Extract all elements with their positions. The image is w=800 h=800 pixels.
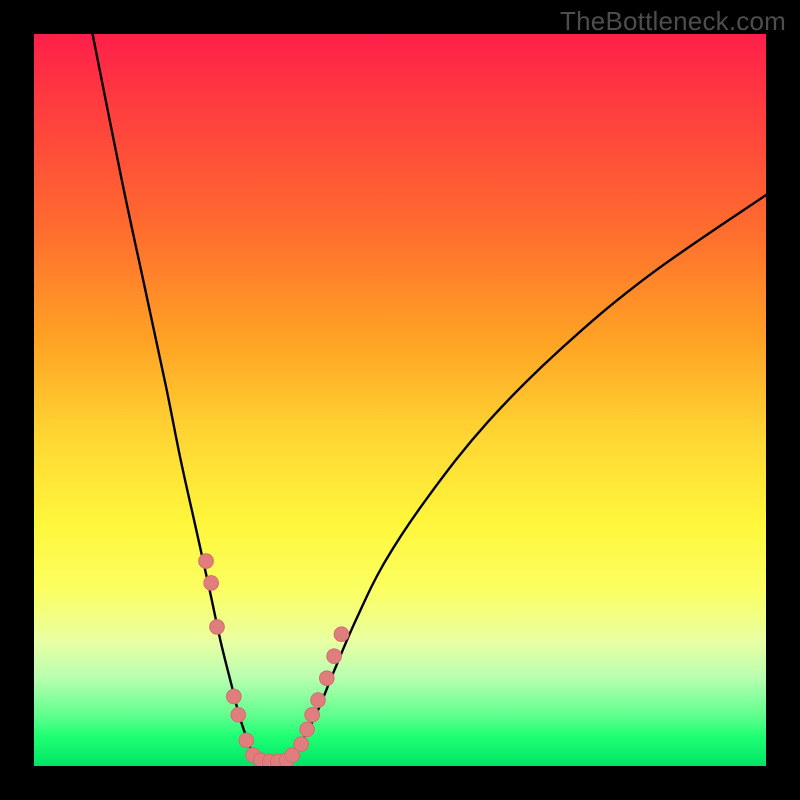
plot-background bbox=[34, 34, 766, 766]
chart-frame: TheBottleneck.com bbox=[0, 0, 800, 800]
watermark-label: TheBottleneck.com bbox=[560, 6, 786, 37]
